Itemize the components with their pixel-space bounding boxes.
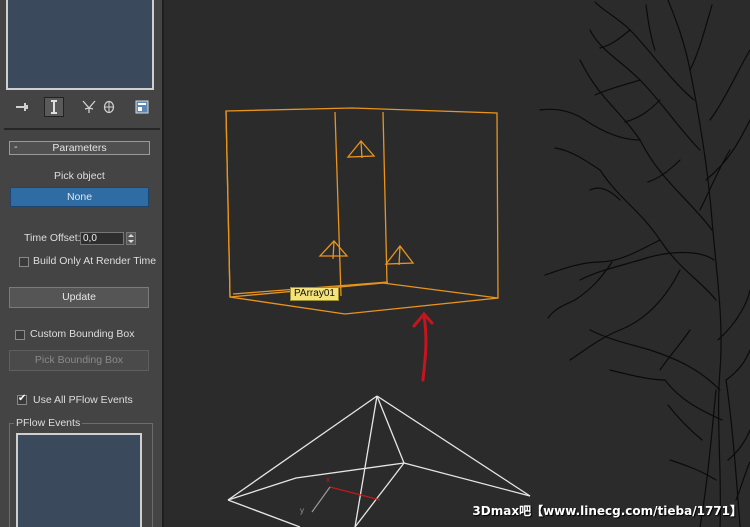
parameters-rollout[interactable]: - Parameters <box>9 141 150 155</box>
build-only-checkbox[interactable] <box>19 257 29 267</box>
configure-icon[interactable] <box>132 97 152 117</box>
pick-bbox-button[interactable]: Pick Bounding Box <box>9 350 149 371</box>
wheel-icon[interactable] <box>99 97 119 117</box>
pflow-events-list[interactable] <box>16 433 142 527</box>
branch-icon[interactable] <box>79 97 99 117</box>
command-panel: - Parameters Pick object None Time Offse… <box>0 0 164 527</box>
panel-divider <box>4 128 160 130</box>
svg-text:y: y <box>300 506 304 515</box>
viewport-scene: x y <box>225 0 750 527</box>
time-offset-spinner[interactable] <box>126 232 136 245</box>
svg-text:x: x <box>326 475 330 484</box>
tree-wireframe <box>539 0 750 527</box>
rollout-title: Parameters <box>52 142 107 154</box>
update-button[interactable]: Update <box>9 287 149 308</box>
pick-object-button[interactable]: None <box>10 187 149 207</box>
object-name-tag: PArray01 <box>290 287 339 301</box>
use-all-pflow-label: Use All PFlow Events <box>33 394 133 406</box>
particle-emitter-markers <box>318 139 415 266</box>
time-offset-label: Time Offset: <box>24 232 81 244</box>
pin-stack-icon[interactable] <box>12 97 32 117</box>
custom-bbox-checkbox[interactable] <box>15 330 25 340</box>
pick-object-label: Pick object <box>54 170 105 182</box>
pflow-events-label: PFlow Events <box>14 417 83 429</box>
perspective-viewport[interactable]: x y PArray01 3Dmax吧【www.linecg.com/tieba… <box>164 0 750 527</box>
build-only-label: Build Only At Render Time <box>33 255 157 267</box>
annotation-arrow <box>412 311 434 382</box>
parray-bounding-box <box>225 107 499 315</box>
modifier-icon[interactable] <box>44 97 64 117</box>
custom-bbox-label: Custom Bounding Box <box>30 328 135 340</box>
watermark: 3Dmax吧【www.linecg.com/tieba/1771】 <box>472 504 742 518</box>
time-offset-field[interactable]: 0,0 <box>80 232 124 245</box>
command-panel-toolbar <box>0 94 162 120</box>
use-all-pflow-checkbox[interactable] <box>17 393 27 405</box>
material-preview <box>6 0 154 90</box>
